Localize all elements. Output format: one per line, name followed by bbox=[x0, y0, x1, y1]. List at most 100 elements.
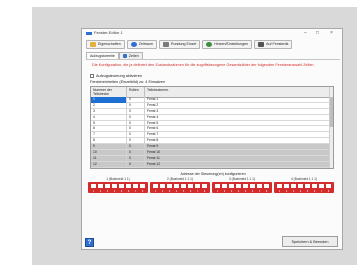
dip-switch-number: 2 bbox=[99, 190, 102, 193]
dip-switch-number: 6 bbox=[313, 190, 316, 193]
dip-switch-number: 5 bbox=[306, 190, 309, 193]
clock-icon bbox=[130, 42, 137, 47]
title-bar: Fenster-Editor 1 – □ × bbox=[82, 29, 342, 38]
dip-switch[interactable] bbox=[257, 184, 262, 188]
dip-switch-number: 7 bbox=[258, 190, 261, 193]
dip-switch-number: 4 bbox=[299, 190, 302, 193]
dip-switch[interactable] bbox=[215, 184, 220, 188]
close-button[interactable]: × bbox=[330, 30, 333, 36]
dip-switch[interactable] bbox=[243, 184, 248, 188]
dip-group-label: 3 (Bushneid 1 1 1) bbox=[228, 177, 256, 181]
tab-aufzug[interactable]: Aufzugstoreelle bbox=[86, 52, 119, 59]
dip-switch[interactable] bbox=[202, 184, 207, 188]
dip-switch-number: 1 bbox=[278, 190, 281, 193]
dip-switch[interactable] bbox=[133, 184, 138, 188]
dip-switch[interactable] bbox=[119, 184, 124, 188]
dip-switch[interactable] bbox=[91, 184, 96, 188]
dip-switch[interactable] bbox=[277, 184, 282, 188]
heizen-button[interactable]: Heizen/Einstellungen bbox=[202, 40, 253, 49]
dip-switch-number: 3 bbox=[106, 190, 109, 193]
toolbar-label: Heizen/Einstellungen bbox=[214, 42, 249, 46]
tools-icon bbox=[162, 42, 169, 47]
dip-switch-number: 4 bbox=[175, 190, 178, 193]
dip-switch-number: 3 bbox=[292, 190, 295, 193]
dip-switch-group: 1 (Bushneid 1 1) 1 2 3 4 5 6 7 8 bbox=[88, 177, 148, 193]
header-rollen[interactable]: Rollen bbox=[127, 87, 145, 97]
zeitraum-button[interactable]: Zeitraum bbox=[126, 40, 157, 49]
dip-switch-number: 1 bbox=[154, 190, 157, 193]
scrollbar-thumb[interactable] bbox=[330, 97, 333, 127]
dip-switch[interactable] bbox=[195, 184, 200, 188]
dip-switch-number: 2 bbox=[223, 190, 226, 193]
window-title: Fenster-Editor 1 bbox=[94, 30, 123, 35]
enable-control-row[interactable]: Aufzugsteuerung aktivieren bbox=[90, 74, 142, 78]
table-row[interactable]: 12 0 Fenst 12 bbox=[91, 161, 331, 168]
dip-switch-number: 6 bbox=[127, 190, 130, 193]
dip-switch[interactable] bbox=[153, 184, 158, 188]
warning-text: Die Konfiguration, die ja definiert den … bbox=[92, 63, 315, 67]
dip-switch-number: 2 bbox=[161, 190, 164, 193]
dip-switch-number: 8 bbox=[203, 190, 206, 193]
dip-switch-number: 1 bbox=[216, 190, 219, 193]
dip-switch[interactable] bbox=[105, 184, 110, 188]
dip-switch-number: 7 bbox=[134, 190, 137, 193]
fensterdk-button[interactable]: Auf Fensterdk bbox=[254, 40, 293, 49]
dip-switch[interactable] bbox=[305, 184, 310, 188]
enable-control-checkbox[interactable] bbox=[90, 74, 94, 78]
editor-window: Fenster-Editor 1 – □ × Eigenschaften Zei… bbox=[81, 28, 343, 250]
cell-rollen[interactable]: 0 bbox=[127, 161, 145, 168]
dip-switch[interactable] bbox=[229, 184, 234, 188]
dip-switch[interactable] bbox=[312, 184, 317, 188]
dip-switch-number: 7 bbox=[320, 190, 323, 193]
dip-switch[interactable] bbox=[298, 184, 303, 188]
checkbox-label: Aufzugsteuerung aktivieren bbox=[96, 74, 143, 78]
header-teilstrecke[interactable]: Teilstreckennr. bbox=[145, 87, 331, 97]
eigenschaften-button[interactable]: Eigenschaften bbox=[86, 40, 125, 49]
dip-switch-number: 4 bbox=[237, 190, 240, 193]
dip-switch[interactable] bbox=[98, 184, 103, 188]
save-and-close-button[interactable]: Speichern & Beenden bbox=[282, 236, 338, 247]
dip-group-label: 4 (Bushneid 1 1 1) bbox=[290, 177, 318, 181]
table-scrollbar[interactable] bbox=[329, 87, 333, 168]
tab-zeilen[interactable]: Zeilen bbox=[118, 52, 143, 59]
dip-switch[interactable] bbox=[291, 184, 296, 188]
minimize-button[interactable]: – bbox=[304, 30, 307, 36]
rundung-button[interactable]: Rundung Einzel bbox=[158, 40, 201, 49]
header-nummer[interactable]: Nummer der Teilstrecke bbox=[91, 87, 127, 97]
toolbar-label: Auf Fensterdk bbox=[266, 42, 289, 46]
help-button[interactable]: ? bbox=[85, 238, 94, 247]
dip-switch[interactable] bbox=[264, 184, 269, 188]
dip-switch[interactable] bbox=[236, 184, 241, 188]
dip-switch-number: 8 bbox=[327, 190, 330, 193]
folder-icon bbox=[90, 42, 96, 47]
grid-icon bbox=[122, 54, 127, 58]
dip-switch[interactable] bbox=[250, 184, 255, 188]
dip-switch-block: 1 2 3 4 5 6 7 8 bbox=[150, 182, 210, 193]
dip-switch[interactable] bbox=[319, 184, 324, 188]
dip-switch[interactable] bbox=[140, 184, 145, 188]
dip-switch-group: 4 (Bushneid 1 1 1) 1 2 3 4 5 6 7 8 bbox=[274, 177, 334, 193]
dip-switch[interactable] bbox=[222, 184, 227, 188]
table-body: 1 0 Fenst 1 2 0 Fenst 2 3 0 Fenst 3 4 0 Fenst 4 5 0 Fe… bbox=[91, 97, 331, 168]
dip-switch-number: 6 bbox=[251, 190, 254, 193]
window-icon bbox=[258, 42, 265, 47]
gear-icon bbox=[206, 42, 213, 47]
dip-switch[interactable] bbox=[167, 184, 172, 188]
dip-switch[interactable] bbox=[126, 184, 131, 188]
cell-nummer[interactable]: 12 bbox=[91, 161, 127, 168]
toolbar-label: Rundung Einzel bbox=[170, 42, 197, 46]
maximize-button[interactable]: □ bbox=[316, 30, 319, 36]
dip-switch[interactable] bbox=[188, 184, 193, 188]
dip-switch[interactable] bbox=[284, 184, 289, 188]
cell-teilstrecke[interactable]: Fenst 12 bbox=[145, 161, 331, 168]
dip-switch-number: 6 bbox=[189, 190, 192, 193]
dip-switch[interactable] bbox=[174, 184, 179, 188]
dip-switch[interactable] bbox=[181, 184, 186, 188]
dip-switch[interactable] bbox=[112, 184, 117, 188]
dip-switch-number: 5 bbox=[120, 190, 123, 193]
dip-switch[interactable] bbox=[160, 184, 165, 188]
toolbar: Eigenschaften Zeitraum Rundung Einzel He… bbox=[86, 40, 293, 50]
dip-switch-number: 3 bbox=[168, 190, 171, 193]
dip-switch[interactable] bbox=[326, 184, 331, 188]
tab-bar: Aufzugstoreelle Zeilen bbox=[86, 52, 143, 59]
